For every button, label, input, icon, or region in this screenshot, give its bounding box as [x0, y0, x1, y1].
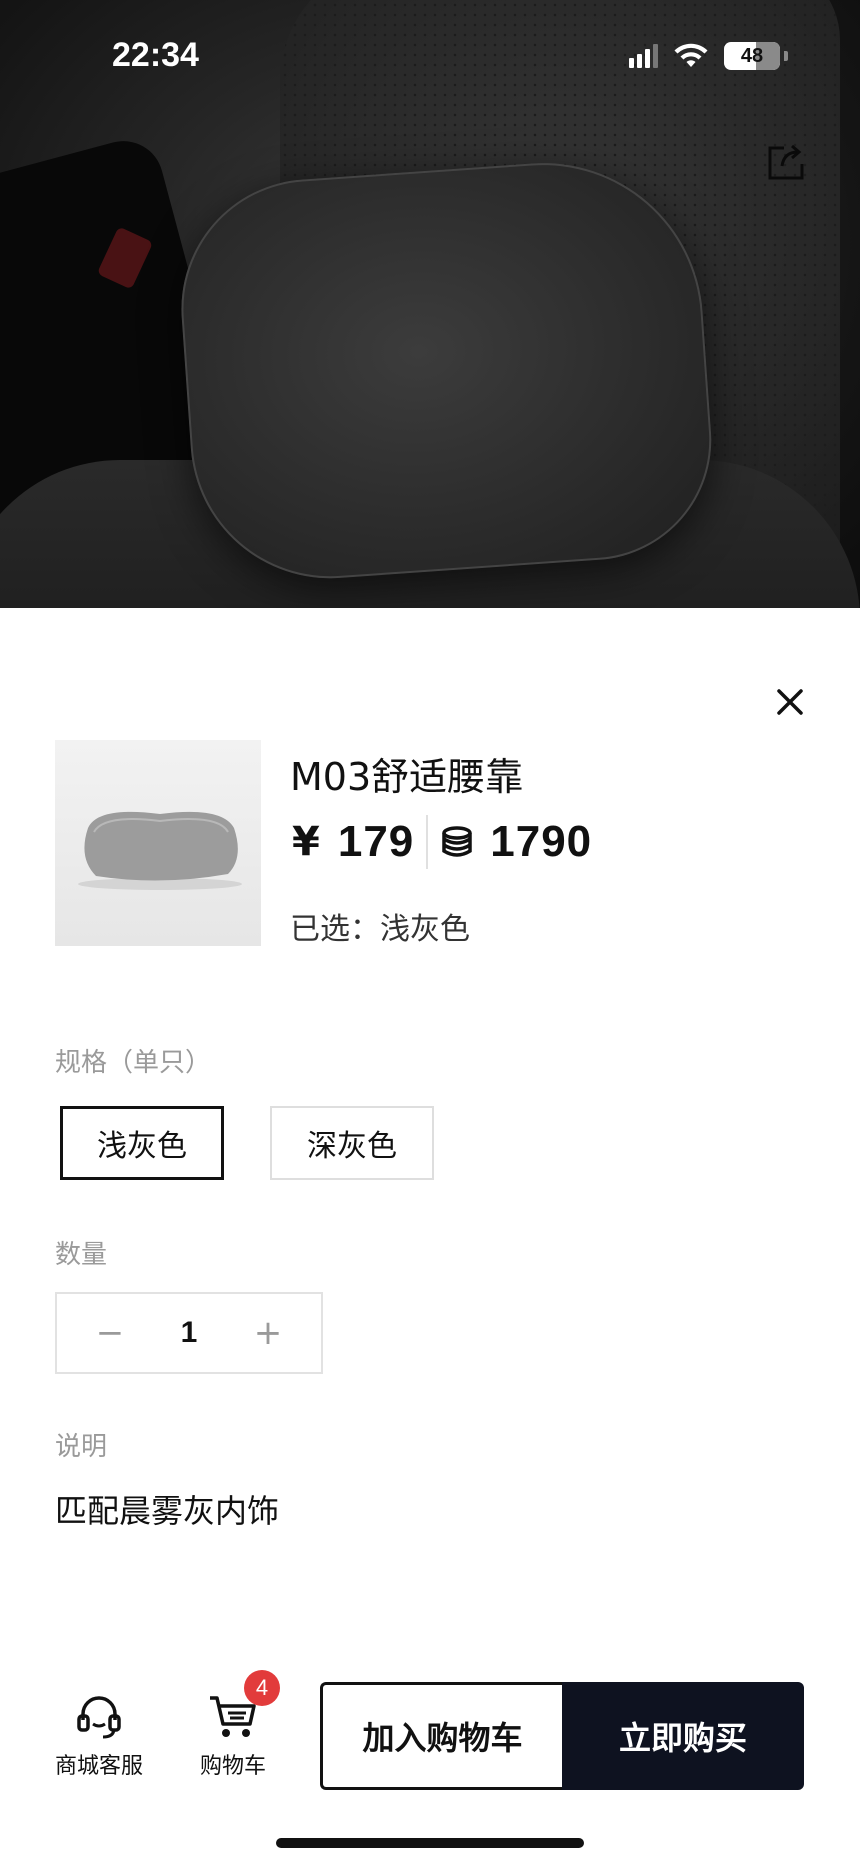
battery-cap	[784, 51, 788, 61]
selected-variant: 已选：浅灰色	[290, 904, 470, 948]
cart-count-badge: 4	[244, 1670, 280, 1706]
price-row: ¥ 179 1790	[292, 814, 592, 870]
quantity-stepper: − 1 +	[55, 1292, 323, 1374]
points-amount: 1790	[490, 817, 593, 866]
cellular-signal-icon	[629, 44, 658, 68]
customer-service-button[interactable]: 商城客服	[55, 1690, 143, 1780]
wifi-icon	[674, 43, 708, 67]
spec-option-light-gray[interactable]: 浅灰色	[60, 1106, 224, 1180]
quantity-label: 数量	[55, 1240, 108, 1270]
currency-symbol: ¥	[292, 819, 320, 865]
description-text: 匹配晨雾灰内饰	[55, 1492, 280, 1530]
buy-now-button[interactable]: 立即购买	[562, 1682, 804, 1790]
home-indicator	[276, 1838, 584, 1848]
lumbar-cushion-shape	[172, 152, 720, 588]
add-to-cart-button[interactable]: 加入购物车	[320, 1682, 562, 1790]
product-hero-image	[0, 0, 860, 608]
cart-label: 购物车	[200, 1754, 267, 1779]
headset-icon	[77, 1696, 121, 1739]
spec-option-dark-gray[interactable]: 深灰色	[270, 1106, 434, 1180]
product-options-sheet: M03舒适腰靠 ¥ 179 1790 已选：浅灰色 规格（单只） 浅灰色 深灰色…	[0, 608, 860, 1864]
coin-icon	[442, 826, 473, 857]
price-divider	[426, 815, 429, 869]
product-thumbnail	[55, 740, 261, 946]
quantity-increase-button[interactable]: +	[253, 1313, 283, 1353]
product-title: M03舒适腰靠	[290, 755, 524, 799]
status-time: 22:34	[112, 36, 199, 74]
share-icon[interactable]	[764, 140, 808, 184]
close-icon[interactable]	[770, 682, 810, 722]
status-icons: 48	[629, 42, 788, 70]
lumbar-pillow-thumbnail	[78, 811, 242, 890]
quantity-decrease-button[interactable]: −	[95, 1313, 125, 1353]
selected-value: 浅灰色	[380, 912, 470, 947]
customer-service-label: 商城客服	[55, 1754, 144, 1779]
description-label: 说明	[55, 1432, 108, 1462]
battery-icon: 48	[724, 42, 780, 70]
selected-prefix: 已选：	[290, 912, 380, 947]
battery-level: 48	[740, 44, 764, 67]
spec-label: 规格（单只）	[55, 1048, 212, 1078]
price-amount: 179	[337, 817, 415, 866]
quantity-value: 1	[180, 1316, 198, 1349]
